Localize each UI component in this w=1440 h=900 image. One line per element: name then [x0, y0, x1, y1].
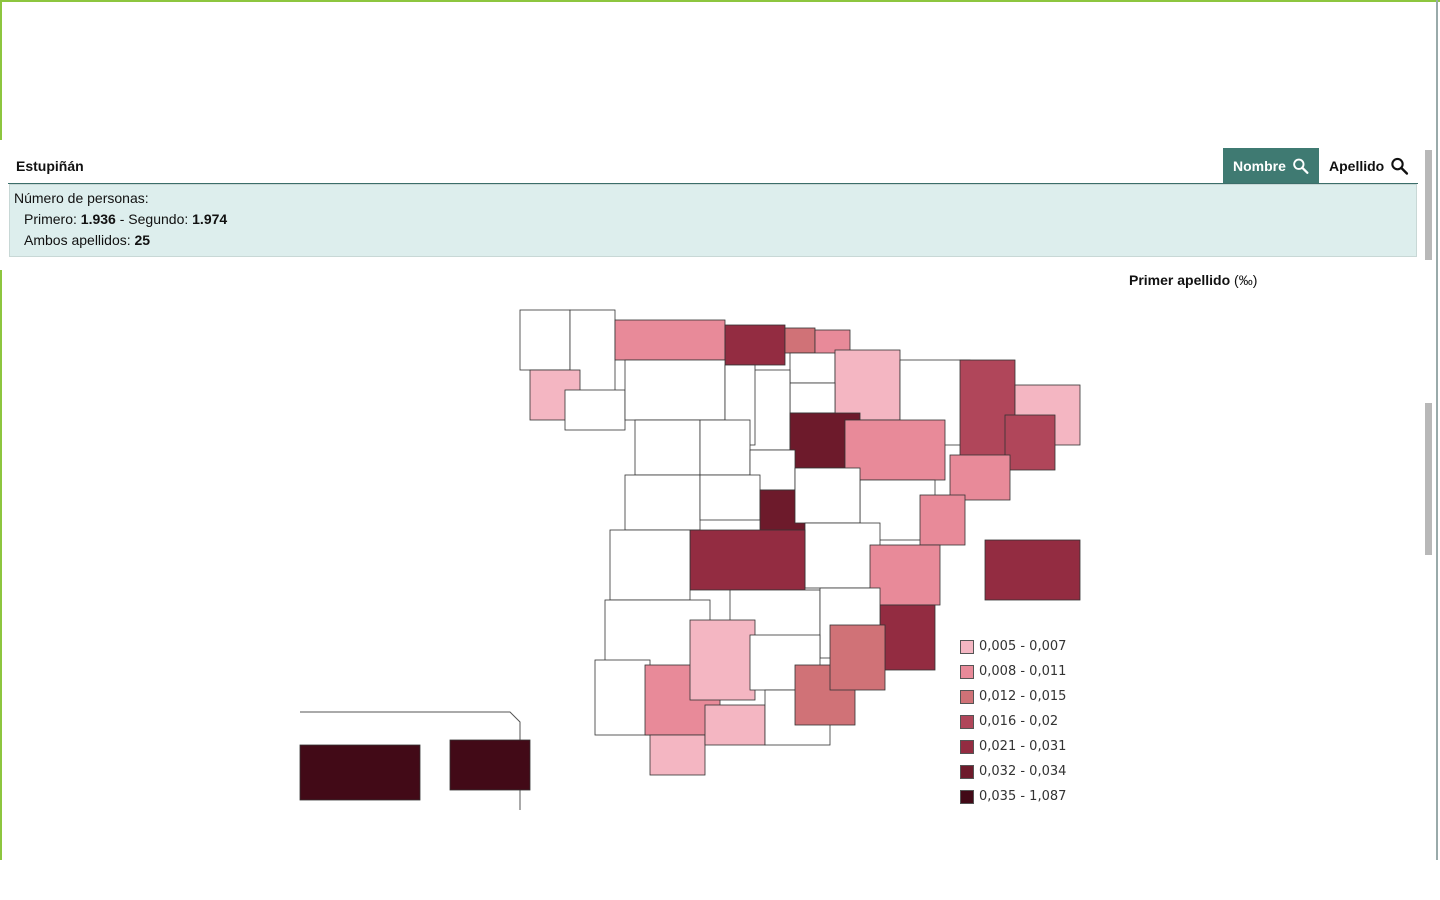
- province--vila[interactable]: Ávila: [699, 474, 761, 521]
- province-valladolid[interactable]: Valladolid: [699, 419, 751, 476]
- province-c-ceres[interactable]: Cáceres: [609, 529, 691, 601]
- legend-swatch: [960, 639, 974, 654]
- legend-item: 0,021 - 0,031: [960, 734, 1100, 759]
- province-santa-cruz-de-tenerife[interactable]: Santa Cruz de Tenerife: [299, 744, 421, 801]
- search-icon: [1391, 157, 1409, 175]
- province-bizkaia[interactable]: Bizkaia: [784, 327, 816, 354]
- province-la-rioja[interactable]: La Rioja: [789, 382, 836, 414]
- province-tarragona[interactable]: Tarragona: [949, 454, 1011, 501]
- legend-item: 0,016 - 0,02: [960, 709, 1100, 734]
- legend-item: 0,005 - 0,007: [960, 634, 1100, 659]
- province-c-diz[interactable]: Cádiz: [649, 734, 706, 776]
- province-c-rdoba[interactable]: Córdoba: [689, 619, 756, 701]
- name-search-button[interactable]: Nombre: [1223, 148, 1319, 183]
- legend-swatch: [960, 714, 974, 729]
- province-huelva[interactable]: Huelva: [594, 659, 651, 736]
- legend-swatch: [960, 689, 974, 704]
- province-le-n[interactable]: León: [624, 359, 726, 421]
- first-count: 1.936: [80, 211, 116, 227]
- province-guadalajara[interactable]: Guadalajara: [794, 467, 861, 524]
- province-toledo[interactable]: Toledo: [689, 529, 806, 591]
- window-frame-top: [0, 0, 1440, 2]
- first-label: Primero:: [24, 211, 77, 227]
- province-las-palmas[interactable]: Las Palmas: [449, 739, 531, 791]
- first-second-counts: Primero: 1.936 - Segundo: 1.974: [14, 209, 1412, 230]
- legend-label: 0,016 - 0,02: [979, 714, 1059, 729]
- province-araba[interactable]: Araba: [789, 352, 836, 384]
- province-salamanca[interactable]: Salamanca: [624, 474, 701, 531]
- search-icon: [1293, 158, 1309, 174]
- province-barcelona[interactable]: Barcelona: [1004, 414, 1056, 471]
- province-alicante[interactable]: Alicante: [879, 604, 936, 671]
- name-search-label: Nombre: [1233, 157, 1286, 174]
- province-illes-balears[interactable]: Illes Balears: [984, 539, 1081, 601]
- searched-surname: Estupiñán: [16, 158, 84, 174]
- separator: -: [119, 211, 125, 227]
- legend-label: 0,012 - 0,015: [979, 689, 1067, 704]
- scrollbar-thumb-outer[interactable]: [1425, 403, 1432, 555]
- surname-search-button[interactable]: Apellido: [1319, 148, 1419, 183]
- window-frame-left-lower: [0, 270, 2, 860]
- legend-label: 0,032 - 0,034: [979, 764, 1067, 779]
- province-murcia[interactable]: Murcia: [829, 624, 886, 691]
- map-title: Primer apellido (‰): [1129, 272, 1257, 288]
- legend-swatch: [960, 664, 974, 679]
- people-count-title: Número de personas:: [14, 190, 149, 206]
- legend-swatch: [960, 739, 974, 754]
- legend-swatch: [960, 789, 974, 804]
- legend-swatch: [960, 764, 974, 779]
- both-counts: Ambos apellidos: 25: [14, 230, 1412, 251]
- province-navarra[interactable]: Navarra: [834, 349, 901, 421]
- both-label: Ambos apellidos:: [24, 232, 131, 248]
- legend-label: 0,021 - 0,031: [979, 739, 1067, 754]
- legend-label: 0,008 - 0,011: [979, 664, 1067, 679]
- people-count-box: Número de personas: Primero: 1.936 - Seg…: [9, 184, 1417, 257]
- province-cantabria[interactable]: Cantabria: [724, 324, 786, 366]
- province-castell-n[interactable]: Castellón: [919, 494, 966, 546]
- map-legend: 0,005 - 0,007 0,008 - 0,011 0,012 - 0,015 0…: [960, 634, 1100, 809]
- legend-label: 0,035 - 1,087: [979, 789, 1067, 804]
- province-zamora[interactable]: Zamora: [634, 419, 701, 476]
- province-ourense[interactable]: Ourense: [564, 389, 626, 431]
- map-title-text: Primer apellido: [1129, 272, 1231, 288]
- window-frame-right: [1436, 0, 1438, 860]
- second-label: Segundo:: [128, 211, 189, 227]
- legend-item: 0,032 - 0,034: [960, 759, 1100, 784]
- both-count: 25: [134, 232, 151, 248]
- window-frame-left: [0, 0, 2, 140]
- province-cuenca[interactable]: Cuenca: [804, 522, 881, 589]
- province-a-coru-a[interactable]: A Coruña: [519, 309, 571, 371]
- result-header: Estupiñán Nombre Apellido: [8, 148, 1419, 184]
- legend-label: 0,005 - 0,007: [979, 639, 1067, 654]
- second-count: 1.974: [192, 211, 228, 227]
- legend-item: 0,012 - 0,015: [960, 684, 1100, 709]
- legend-item: 0,035 - 1,087: [960, 784, 1100, 809]
- province-asturias[interactable]: Asturias: [614, 319, 726, 361]
- legend-item: 0,008 - 0,011: [960, 659, 1100, 684]
- province-m-laga[interactable]: Málaga: [704, 704, 766, 746]
- map-title-unit: (‰): [1234, 272, 1258, 288]
- surname-search-label: Apellido: [1329, 157, 1385, 174]
- province-valencia[interactable]: Valencia: [869, 544, 941, 606]
- scrollbar-thumb[interactable]: [1425, 150, 1432, 260]
